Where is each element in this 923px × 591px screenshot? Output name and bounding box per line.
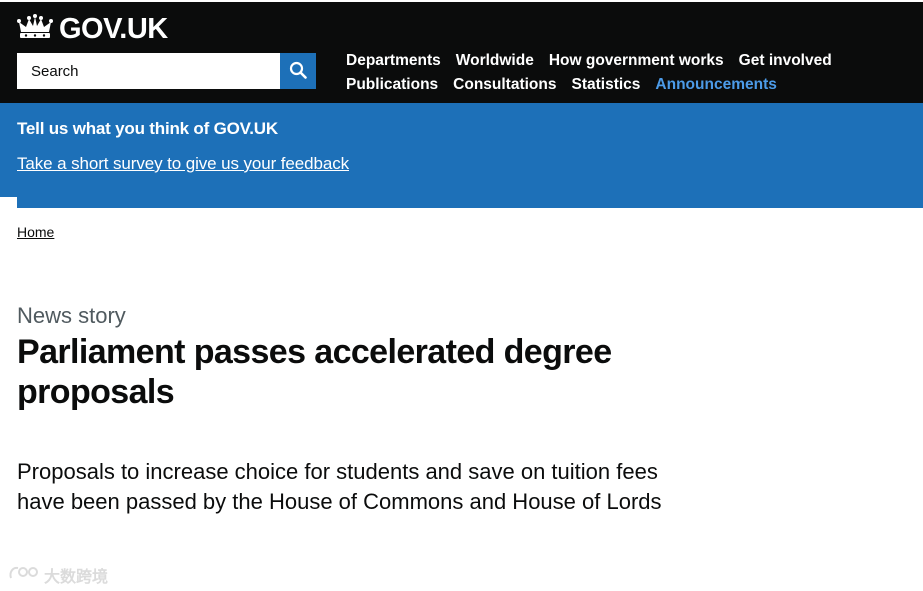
survey-link[interactable]: Take a short survey to give us your feed…: [17, 154, 349, 174]
nav-item-announcements[interactable]: Announcements: [655, 76, 776, 94]
header-divider-bar: [17, 197, 923, 208]
site-header: GOV.UK Departments Worldwide How governm…: [0, 0, 923, 103]
nav-item-departments[interactable]: Departments: [346, 52, 441, 70]
watermark-text: 大数跨境: [44, 566, 109, 586]
nav-row: Publications Consultations Statistics An…: [346, 73, 906, 97]
search-input[interactable]: [17, 53, 280, 89]
main-navigation: Departments Worldwide How government wor…: [346, 49, 906, 97]
nav-item-worldwide[interactable]: Worldwide: [456, 52, 534, 70]
logo-text: GOV.UK: [59, 12, 168, 45]
watermark-logo-icon: [8, 562, 44, 587]
content-type-caption: News story: [17, 303, 126, 328]
nav-item-consultations[interactable]: Consultations: [453, 76, 556, 94]
watermark: 大数跨境: [8, 562, 108, 587]
nav-item-how-government-works[interactable]: How government works: [549, 52, 724, 70]
nav-item-statistics[interactable]: Statistics: [572, 76, 641, 94]
crown-icon: [17, 13, 59, 45]
nav-row: Departments Worldwide How government wor…: [346, 49, 906, 73]
nav-item-get-involved[interactable]: Get involved: [739, 52, 832, 70]
page-title: Parliament passes accelerated degree pro…: [17, 333, 612, 411]
breadcrumb-home[interactable]: Home: [17, 224, 54, 240]
search-form: [17, 53, 316, 89]
lead-paragraph: Proposals to increase choice for student…: [17, 459, 662, 514]
feedback-banner: Tell us what you think of GOV.UK Take a …: [0, 103, 923, 197]
govuk-logo-link[interactable]: GOV.UK: [17, 12, 168, 45]
search-button[interactable]: [280, 53, 316, 89]
banner-title: Tell us what you think of GOV.UK: [17, 119, 278, 138]
nav-item-publications[interactable]: Publications: [346, 76, 438, 94]
search-icon: [289, 61, 307, 82]
